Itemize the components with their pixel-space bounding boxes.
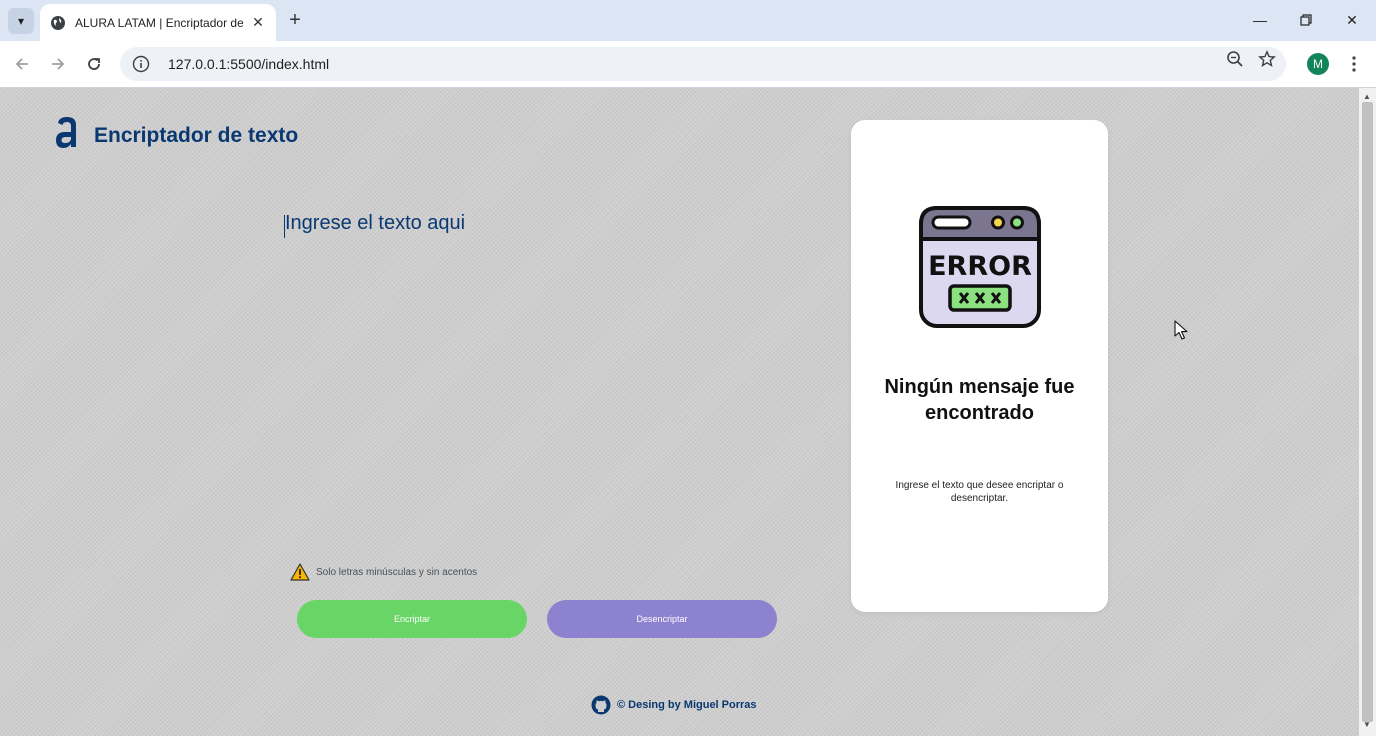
- warning-note: Solo letras minúsculas y sin acentos: [290, 563, 477, 581]
- close-window-button[interactable]: ✕: [1339, 8, 1365, 32]
- forward-button[interactable]: [45, 51, 71, 77]
- arrow-left-icon: [15, 58, 28, 70]
- address-bar[interactable]: 127.0.0.1:5500/index.html: [120, 47, 1286, 81]
- warning-icon: [290, 563, 310, 581]
- tab-search-button[interactable]: ▾: [8, 8, 34, 34]
- arrow-right-icon: [52, 58, 65, 70]
- error-illustration-text: ERROR: [928, 251, 1032, 282]
- warning-text: Solo letras minúsculas y sin acentos: [316, 566, 478, 578]
- scroll-down-arrow-icon[interactable]: ▼: [1363, 720, 1371, 729]
- new-tab-button[interactable]: +: [284, 9, 306, 31]
- encrypt-button[interactable]: Encriptar: [297, 600, 527, 638]
- github-icon[interactable]: [591, 695, 611, 715]
- back-button[interactable]: [9, 51, 35, 77]
- scroll-thumb[interactable]: [1362, 102, 1373, 722]
- reload-button[interactable]: [81, 51, 107, 77]
- url-text: 127.0.0.1:5500/index.html: [168, 56, 330, 72]
- browser-toolbar: 127.0.0.1:5500/index.html M: [0, 41, 1376, 88]
- footer: © Desing by Miguel Porras: [591, 695, 757, 715]
- bookmark-star-icon[interactable]: [1257, 49, 1277, 69]
- empty-result-title: Ningún mensaje fue encontrado: [884, 376, 1075, 424]
- restore-button[interactable]: [1293, 8, 1319, 32]
- error-window-illustration: ERROR: [919, 206, 1041, 328]
- more-menu-icon[interactable]: [1344, 53, 1364, 75]
- scroll-up-arrow-icon[interactable]: ▲: [1363, 92, 1371, 101]
- chevron-down-icon: ▾: [17, 14, 25, 28]
- page-content: Encriptador de texto Solo letras minúscu…: [0, 88, 1359, 736]
- restore-icon: [1300, 14, 1312, 26]
- text-caret: [284, 215, 285, 238]
- site-info-icon[interactable]: [132, 55, 150, 73]
- alura-logo-icon: [56, 117, 76, 148]
- profile-avatar[interactable]: M: [1307, 53, 1329, 75]
- mouse-pointer-icon: [1174, 320, 1188, 340]
- decrypt-button[interactable]: Desencriptar: [547, 600, 777, 638]
- text-input[interactable]: [283, 212, 803, 512]
- reload-icon: [88, 58, 100, 70]
- app-title: Encriptador de texto: [94, 124, 299, 147]
- page-scrollbar[interactable]: ▲ ▼: [1359, 88, 1376, 736]
- minimize-button[interactable]: —: [1247, 8, 1273, 32]
- footer-credit: © Desing by Miguel Porras: [617, 699, 757, 711]
- zoom-icon[interactable]: [1225, 49, 1245, 69]
- tab-title: ALURA LATAM | Encriptador de: [75, 15, 243, 30]
- browser-tabstrip: ▾ ALURA LATAM | Encriptador de ✕ + — ✕: [0, 0, 1376, 41]
- globe-icon: [50, 15, 66, 31]
- empty-result-message: Ingrese el texto que desee encriptar o d…: [895, 480, 1064, 504]
- browser-tab[interactable]: ALURA LATAM | Encriptador de ✕: [40, 4, 276, 41]
- close-tab-icon[interactable]: ✕: [250, 14, 266, 31]
- result-panel: ERROR Ningún mensaje fue encontrado Ingr…: [851, 120, 1108, 612]
